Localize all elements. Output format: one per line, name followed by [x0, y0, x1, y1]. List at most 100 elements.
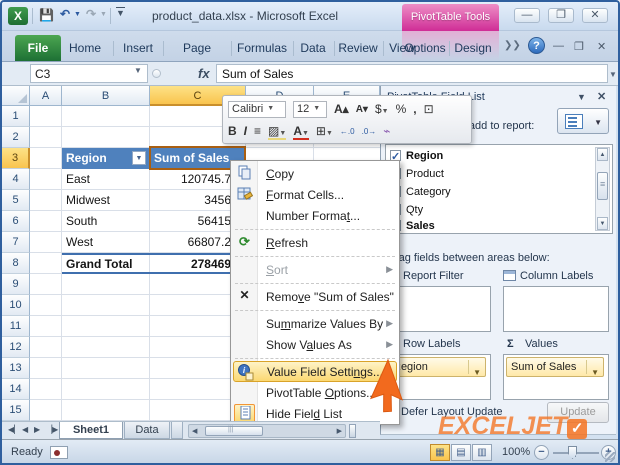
- redo-icon[interactable]: ↷: [86, 7, 96, 21]
- sheet-tab-sheet1[interactable]: Sheet1: [59, 422, 123, 439]
- next-sheet-icon[interactable]: ▶: [34, 425, 40, 434]
- menu-item-remove-sum-of-sales[interactable]: ✕ Remove "Sum of Sales": [231, 286, 399, 307]
- row-header-5[interactable]: 5: [2, 190, 30, 211]
- workbook-minimize-icon[interactable]: —: [553, 40, 564, 52]
- insert-sheet-tab[interactable]: [171, 422, 183, 439]
- last-sheet-icon[interactable]: ▕▶: [46, 425, 58, 434]
- field-list-layout-button[interactable]: ▼: [557, 108, 609, 134]
- pivot-row-label[interactable]: East: [66, 169, 90, 190]
- row-header-4[interactable]: 4: [2, 169, 30, 190]
- zoom-level-label[interactable]: 100%: [502, 446, 530, 458]
- redo-dropdown-icon[interactable]: ▼: [100, 11, 107, 18]
- bold-icon[interactable]: B: [228, 124, 237, 138]
- zoom-slider-thumb[interactable]: [568, 446, 577, 459]
- row-header-12[interactable]: 12: [2, 337, 30, 358]
- select-all-corner[interactable]: [2, 86, 30, 106]
- name-box-dropdown-icon[interactable]: ▼: [134, 66, 142, 75]
- row-header-3[interactable]: 3: [2, 148, 30, 169]
- row-header-2[interactable]: 2: [2, 127, 30, 148]
- insert-function-icon[interactable]: fx: [198, 66, 210, 81]
- pane-options-dropdown-icon[interactable]: ▼: [577, 92, 586, 102]
- tab-review[interactable]: Review: [335, 35, 381, 61]
- menu-item-show-values-as[interactable]: Show Values As ▶: [231, 334, 399, 355]
- row-header-13[interactable]: 13: [2, 358, 30, 379]
- column-labels-area[interactable]: [503, 286, 609, 332]
- menu-item-value-field-settings[interactable]: i Value Field Settings...: [233, 361, 397, 382]
- row-header-10[interactable]: 10: [2, 295, 30, 316]
- scrollbar-thumb[interactable]: [205, 426, 263, 436]
- field-list-scrollbar[interactable]: ▲ ▼: [595, 147, 610, 231]
- tab-split-handle[interactable]: [349, 424, 356, 438]
- menu-item-copy[interactable]: Copy: [231, 163, 399, 184]
- zoom-out-icon[interactable]: −: [534, 445, 549, 460]
- center-align-icon[interactable]: ≡: [254, 124, 261, 138]
- accounting-format-icon[interactable]: $▼: [375, 102, 389, 116]
- grow-font-icon[interactable]: A▴: [334, 102, 349, 116]
- tab-page-layout[interactable]: Page Layou: [165, 35, 229, 81]
- format-table-icon[interactable]: ⊡: [424, 102, 434, 116]
- italic-icon[interactable]: I: [244, 124, 247, 138]
- scroll-down-icon[interactable]: ▼: [597, 217, 608, 230]
- menu-item-format-cells[interactable]: Format Cells...: [231, 184, 399, 205]
- close-button[interactable]: ✕: [582, 8, 608, 23]
- menu-item-pivottable-options[interactable]: PivotTable Options...: [231, 382, 399, 403]
- pivot-grand-total-label[interactable]: Grand Total: [66, 254, 132, 275]
- row-header-8[interactable]: 8: [2, 253, 30, 274]
- decrease-decimal-icon[interactable]: .0→: [362, 127, 377, 136]
- font-name-select[interactable]: Calibri ▼: [228, 100, 286, 118]
- tab-formulas[interactable]: Formulas: [233, 35, 291, 61]
- increase-decimal-icon[interactable]: ←.0: [340, 127, 355, 136]
- chevron-down-icon[interactable]: ▼: [591, 364, 599, 382]
- font-color-icon[interactable]: A▼: [293, 124, 309, 138]
- row-header-6[interactable]: 6: [2, 211, 30, 232]
- shrink-font-icon[interactable]: A▾: [356, 104, 368, 115]
- row-header-9[interactable]: 9: [2, 274, 30, 295]
- formula-bar-handle[interactable]: [152, 69, 161, 78]
- undo-dropdown-icon[interactable]: ▼: [74, 11, 81, 18]
- menu-item-summarize-values-by[interactable]: Summarize Values By ▶: [231, 313, 399, 334]
- percent-style-icon[interactable]: %: [396, 102, 407, 116]
- sheet-tab-data[interactable]: Data: [124, 422, 170, 439]
- tab-file[interactable]: File: [15, 35, 61, 61]
- help-icon[interactable]: ?: [528, 37, 545, 54]
- macro-record-icon[interactable]: [50, 446, 68, 459]
- name-box[interactable]: C3: [30, 64, 148, 83]
- first-sheet-icon[interactable]: ◀▏: [8, 425, 20, 434]
- tab-options[interactable]: Options: [403, 35, 447, 61]
- pivot-row-label[interactable]: Midwest: [66, 190, 110, 211]
- row-header-14[interactable]: 14: [2, 379, 30, 400]
- font-size-select[interactable]: 12 ▼: [293, 100, 327, 118]
- row-header-1[interactable]: 1: [2, 106, 30, 127]
- save-icon[interactable]: 💾: [39, 8, 54, 22]
- borders-icon[interactable]: ⊞▼: [316, 124, 333, 138]
- scroll-left-icon[interactable]: ◀: [192, 427, 197, 435]
- pivot-row-label[interactable]: West: [66, 232, 93, 253]
- tab-data[interactable]: Data: [294, 35, 332, 61]
- scroll-up-icon[interactable]: ▲: [597, 148, 608, 161]
- workbook-restore-icon[interactable]: ❐: [574, 40, 584, 53]
- tab-home[interactable]: Home: [62, 35, 108, 61]
- comma-style-icon[interactable]: ,: [413, 102, 416, 116]
- column-header-b[interactable]: B: [62, 86, 150, 106]
- page-break-view-icon[interactable]: ▥: [472, 444, 492, 461]
- pivot-row-label[interactable]: South: [66, 211, 97, 232]
- pane-close-icon[interactable]: ✕: [597, 90, 606, 103]
- minimize-button[interactable]: —: [514, 8, 540, 23]
- expand-ribbon-icon[interactable]: ❯❯: [504, 40, 521, 51]
- prev-sheet-icon[interactable]: ◀: [22, 425, 28, 434]
- row-header-15[interactable]: 15: [2, 400, 30, 421]
- menu-item-number-format[interactable]: Number Format...: [231, 205, 399, 226]
- page-layout-view-icon[interactable]: ▤: [451, 444, 471, 461]
- values-pill-sum-of-sales[interactable]: Sum of Sales ▼: [506, 357, 604, 377]
- workbook-close-icon[interactable]: ✕: [597, 40, 606, 53]
- row-header-7[interactable]: 7: [2, 232, 30, 253]
- expand-formula-bar-icon[interactable]: ▼: [609, 70, 617, 79]
- fill-color-icon[interactable]: ▨▼: [268, 124, 286, 138]
- row-labels-pill-region[interactable]: Region ▼: [388, 357, 486, 377]
- scrollbar-thumb[interactable]: [597, 172, 608, 200]
- column-header-a[interactable]: A: [30, 86, 62, 106]
- menu-item-refresh[interactable]: ⟳ Refresh: [231, 232, 399, 253]
- restore-button[interactable]: ❐: [548, 8, 574, 23]
- format-painter-icon[interactable]: ⌁: [383, 124, 390, 138]
- tab-insert[interactable]: Insert: [116, 35, 160, 61]
